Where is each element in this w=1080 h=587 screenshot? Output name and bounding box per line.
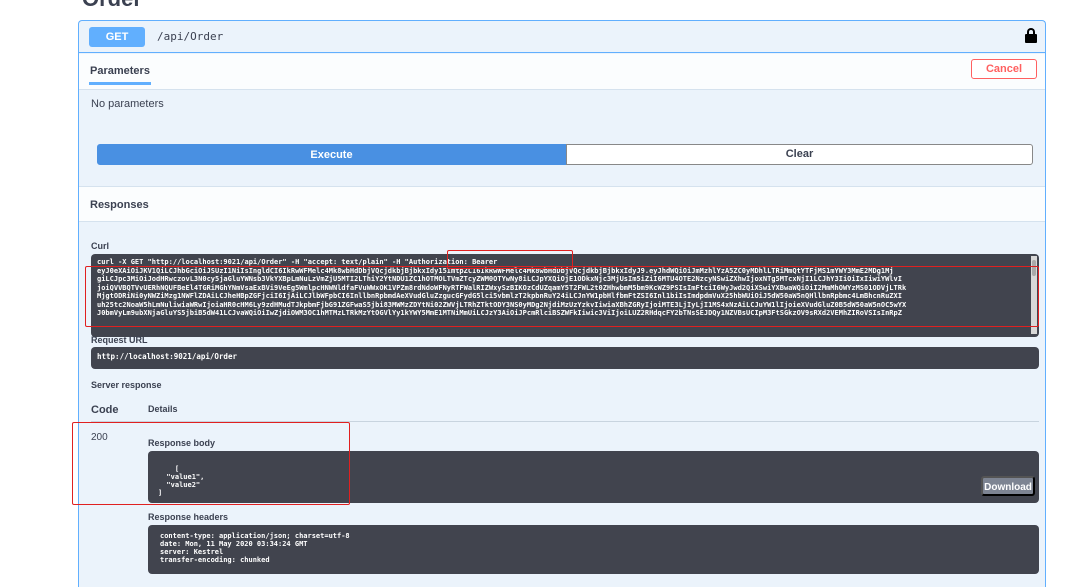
method-badge: GET — [89, 27, 145, 47]
section-title: Order — [82, 0, 142, 12]
execute-wrapper: Execute Clear — [97, 144, 1033, 165]
response-headers-label: Response headers — [148, 512, 229, 522]
cancel-button[interactable]: Cancel — [971, 59, 1037, 79]
operation-path: /api/Order — [157, 30, 224, 43]
clear-button[interactable]: Clear — [566, 144, 1033, 165]
operation-summary[interactable]: GET /api/Order — [79, 21, 1045, 53]
request-url[interactable]: http://localhost:9021/api/Order — [91, 347, 1039, 369]
no-parameters-text: No parameters — [91, 98, 164, 110]
parameters-header: Parameters Cancel — [79, 54, 1045, 90]
highlight-response — [72, 422, 350, 505]
responses-header: Responses — [79, 186, 1045, 222]
request-url-label: Request URL — [91, 335, 148, 345]
parameters-tab[interactable]: Parameters — [89, 65, 151, 85]
response-table-header: Code Details — [91, 402, 1039, 422]
responses-title: Responses — [90, 199, 149, 211]
chevron-down-icon[interactable]: ⌄ — [1022, 0, 1032, 2]
code-column-header: Code — [91, 404, 119, 416]
section-header[interactable]: Order ⌄ — [78, 0, 1038, 12]
details-column-header: Details — [148, 404, 178, 414]
curl-label: Curl — [91, 241, 109, 251]
highlight-token — [85, 266, 1039, 327]
response-headers[interactable]: content-type: application/json; charset=… — [148, 525, 1039, 574]
execute-button[interactable]: Execute — [97, 144, 566, 165]
download-button[interactable]: Download — [981, 476, 1035, 496]
lock-icon[interactable] — [1025, 28, 1037, 44]
server-response-label: Server response — [91, 380, 162, 390]
